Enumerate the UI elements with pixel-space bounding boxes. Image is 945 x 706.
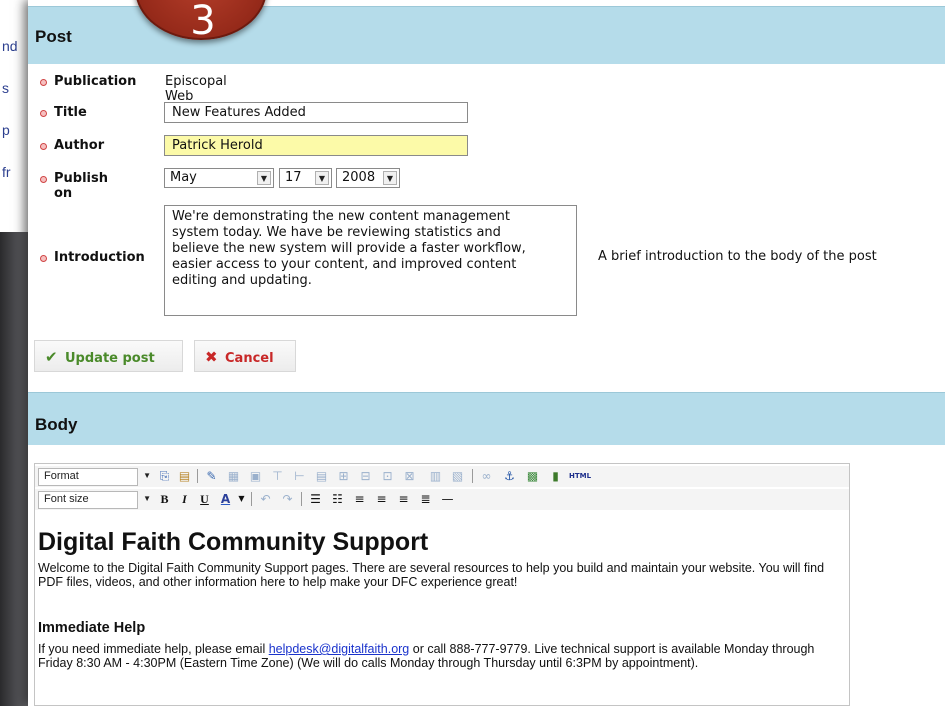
row-props-icon[interactable]: ⊠: [401, 468, 418, 484]
delete-row-icon[interactable]: ▤: [313, 468, 330, 484]
chevron-down-icon[interactable]: ▼: [233, 491, 250, 507]
table-icon[interactable]: ▦: [225, 468, 242, 484]
horizontal-rule-icon[interactable]: —: [439, 491, 456, 507]
chevron-down-icon[interactable]: ▼: [383, 171, 397, 185]
chevron-down-icon[interactable]: ▼: [143, 494, 151, 503]
chevron-down-icon[interactable]: ▼: [143, 471, 151, 480]
chevron-down-icon[interactable]: ▼: [315, 171, 329, 185]
step-badge: 3: [135, 0, 267, 44]
required-bullet-icon: [40, 79, 47, 86]
publish-month-value: May: [170, 170, 197, 185]
paste-icon[interactable]: ⎘: [156, 468, 173, 484]
anchor-icon[interactable]: ⚓: [501, 468, 518, 484]
content-subheading: Immediate Help: [38, 620, 146, 636]
introduction-textarea[interactable]: We're demonstrating the new content mana…: [164, 205, 577, 316]
cell-props-icon[interactable]: ⊡: [379, 468, 396, 484]
introduction-helper-text: A brief introduction to the body of the …: [598, 249, 877, 264]
col-props-icon[interactable]: ▥: [427, 468, 444, 484]
insert-row-icon[interactable]: ⊤: [269, 468, 286, 484]
insert-col-icon[interactable]: ⊢: [291, 468, 308, 484]
author-label: Author: [54, 138, 105, 153]
required-bullet-icon: [40, 110, 47, 117]
publication-label: Publication: [54, 74, 137, 89]
helpdesk-email-link[interactable]: helpdesk@digitalfaith.org: [269, 642, 410, 656]
publish-day-value: 17: [285, 170, 302, 185]
paste-word-icon[interactable]: ▤: [176, 468, 193, 484]
format-select-value: Format: [44, 470, 79, 482]
bold-icon[interactable]: B: [156, 491, 173, 507]
toolbar-divider: [251, 492, 252, 506]
format-select[interactable]: Format ▼: [38, 468, 151, 486]
title-label: Title: [54, 105, 87, 120]
post-editor-panel: Post 3 Publication Episcopal Web News Ti…: [28, 0, 945, 706]
chevron-down-icon[interactable]: ▼: [257, 171, 271, 185]
align-left-icon[interactable]: ≡: [351, 491, 368, 507]
background-text: s: [2, 80, 9, 96]
required-bullet-icon: [40, 255, 47, 262]
toolbar-divider: [472, 469, 473, 483]
step-number: 3: [190, 0, 216, 44]
publish-day-select[interactable]: 17 ▼: [279, 168, 332, 188]
publish-on-label: Publish on: [54, 171, 108, 201]
html-icon[interactable]: HTML: [569, 468, 591, 484]
justify-icon[interactable]: ≣: [417, 491, 434, 507]
update-post-label: Update post: [65, 351, 155, 366]
required-bullet-icon: [40, 176, 47, 183]
merge-cells-icon[interactable]: ⊞: [335, 468, 352, 484]
italic-icon[interactable]: I: [176, 491, 193, 507]
help-text-before: If you need immediate help, please email: [38, 642, 269, 656]
rich-text-editor[interactable]: Format ▼ ⎘ ▤ ✎ ▦ ▣ ⊤ ⊢ ▤ ⊞ ⊟ ⊡ ⊠ ▥ ▧ ∞ ⚓…: [34, 463, 850, 706]
text-color-icon[interactable]: A: [217, 491, 234, 507]
font-size-select[interactable]: Font size ▼: [38, 491, 151, 509]
background-text: fr: [2, 164, 11, 180]
media-icon[interactable]: ▮: [547, 468, 564, 484]
cancel-label: Cancel: [225, 351, 274, 366]
cancel-button[interactable]: ✖ Cancel: [194, 340, 296, 372]
body-section-title: Body: [35, 415, 78, 434]
editor-toolbar-row-2: Font size ▼ B I U A ▼ ↶ ↷ ☰ ☷ ≡ ≡ ≡ ≣ —: [35, 489, 849, 510]
introduction-label: Introduction: [54, 250, 145, 265]
bullet-list-icon[interactable]: ☷: [329, 491, 346, 507]
publish-year-select[interactable]: 2008 ▼: [336, 168, 400, 188]
edit-source-icon[interactable]: ✎: [203, 468, 220, 484]
redo-icon[interactable]: ↷: [279, 491, 296, 507]
update-post-button[interactable]: ✔ Update post: [34, 340, 183, 372]
content-intro-paragraph: Welcome to the Digital Faith Community S…: [38, 561, 825, 589]
checkmark-icon: ✔: [45, 348, 58, 366]
body-section-header: Body: [28, 392, 945, 445]
image-icon[interactable]: ▩: [524, 468, 541, 484]
undo-icon[interactable]: ↶: [257, 491, 274, 507]
publish-month-select[interactable]: May ▼: [164, 168, 274, 188]
align-right-icon[interactable]: ≡: [395, 491, 412, 507]
title-input[interactable]: New Features Added: [164, 102, 468, 123]
editor-toolbar-row-1: Format ▼ ⎘ ▤ ✎ ▦ ▣ ⊤ ⊢ ▤ ⊞ ⊟ ⊡ ⊠ ▥ ▧ ∞ ⚓…: [35, 466, 849, 487]
required-bullet-icon: [40, 143, 47, 150]
font-size-select-value: Font size: [44, 493, 89, 505]
toolbar-divider: [301, 492, 302, 506]
post-section-title: Post: [35, 27, 72, 46]
close-icon: ✖: [205, 348, 218, 366]
author-input[interactable]: Patrick Herold: [164, 135, 468, 156]
ordered-list-icon[interactable]: ☰: [307, 491, 324, 507]
content-heading: Digital Faith Community Support: [38, 528, 429, 556]
link-icon[interactable]: ∞: [478, 468, 495, 484]
background-text: p: [2, 122, 10, 138]
publish-year-value: 2008: [342, 170, 376, 185]
toolbar-divider: [197, 469, 198, 483]
table-delete-icon[interactable]: ▧: [449, 468, 466, 484]
content-help-paragraph: If you need immediate help, please email…: [38, 642, 846, 670]
split-cells-icon[interactable]: ⊟: [357, 468, 374, 484]
align-center-icon[interactable]: ≡: [373, 491, 390, 507]
underline-icon[interactable]: U: [196, 491, 213, 507]
table-props-icon[interactable]: ▣: [247, 468, 264, 484]
background-text: nd: [2, 38, 18, 54]
